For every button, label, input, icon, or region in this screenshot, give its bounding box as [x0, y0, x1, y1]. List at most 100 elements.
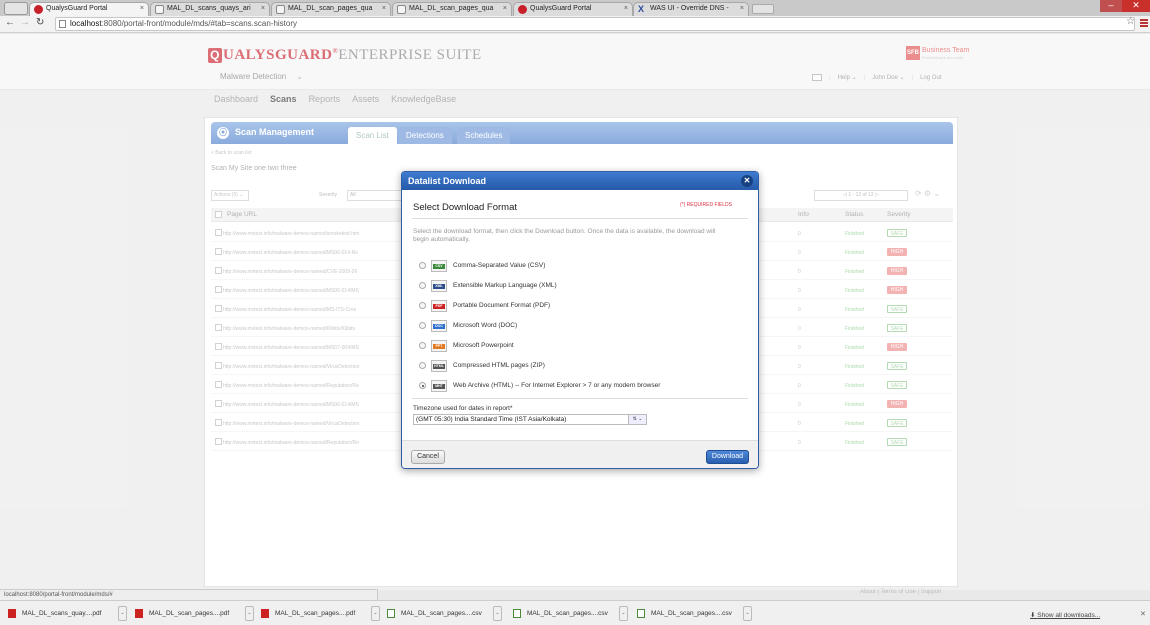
download-button[interactable]: Download: [706, 450, 749, 464]
chevron-down-icon[interactable]: ⌄: [118, 606, 127, 621]
address-bar[interactable]: localhost:8080/portal-front/module/mds/#…: [55, 17, 1135, 31]
pdf-file-icon: PDF: [431, 300, 447, 312]
download-item[interactable]: MAL_DL_scan_pages....csv ⌄: [387, 606, 507, 621]
xml-file-icon: XML: [431, 280, 447, 292]
qualys-icon: [518, 5, 527, 14]
browser-menu-icon[interactable]: [1140, 19, 1148, 27]
ppt-file-icon: PPT: [431, 340, 447, 352]
close-tab-icon[interactable]: ×: [740, 3, 744, 15]
browser-tab[interactable]: MAL_DL_scans_quays_ari ×: [150, 2, 270, 16]
format-label: Comma-Separated Value (CSV): [453, 262, 546, 269]
show-all-downloads-link[interactable]: ⬇ Show all downloads...: [1030, 611, 1100, 619]
download-name: MAL_DL_scan_pages....csv: [401, 610, 482, 617]
dialog-footer: Cancel Download: [402, 440, 758, 468]
tab-label: MAL_DL_scan_pages_qua: [409, 5, 494, 12]
close-downloads-icon[interactable]: ✕: [1140, 610, 1146, 618]
page-icon: [155, 5, 164, 14]
browser-tab[interactable]: X WAS UI - Override DNS - ×: [633, 2, 749, 16]
download-item[interactable]: MAL_DL_scans_quay....pdf ⌄: [8, 606, 128, 621]
forward-arrow-icon[interactable]: →: [20, 17, 30, 28]
qualys-icon: [34, 5, 43, 14]
was-icon: X: [638, 4, 645, 14]
chevron-down-icon[interactable]: ⌄: [245, 606, 254, 621]
browser-tabstrip: QualysGuard Portal × MAL_DL_scans_quays_ar…: [0, 0, 1150, 16]
csv-file-icon: [387, 609, 395, 618]
chevron-down-icon[interactable]: ⌄: [493, 606, 502, 621]
download-item[interactable]: MAL_DL_scan_pages....csv ⌄: [513, 606, 633, 621]
browser-tab[interactable]: MAL_DL_scan_pages_qua ×: [271, 2, 391, 16]
format-label: Compressed HTML pages (ZIP): [453, 362, 545, 369]
browser-tab[interactable]: MAL_DL_scan_pages_qua ×: [392, 2, 512, 16]
timezone-label: Timezone used for dates in report*: [413, 405, 513, 412]
pdf-file-icon: [135, 609, 143, 618]
bookmark-star-icon[interactable]: ☆: [1126, 16, 1135, 27]
format-label: Microsoft Word (DOC): [453, 322, 518, 329]
minimize-button[interactable]: –: [1100, 0, 1122, 12]
pdf-file-icon: [261, 609, 269, 618]
format-label: Portable Document Format (PDF): [453, 302, 551, 309]
close-icon[interactable]: ✕: [741, 175, 753, 187]
chevron-down-icon[interactable]: ⌄: [743, 606, 752, 621]
divider: [412, 398, 748, 399]
browser-toolbar: ← → ↻ localhost:8080/portal-front/module…: [0, 16, 1150, 33]
format-label: Extensible Markup Language (XML): [453, 282, 557, 289]
close-tab-icon[interactable]: ×: [382, 3, 386, 15]
format-radio[interactable]: [419, 302, 426, 309]
csv-file-icon: [513, 609, 521, 618]
file-type-tag: XML: [433, 284, 445, 289]
show-all-label: Show all downloads...: [1037, 612, 1101, 619]
html-file-icon: HTML: [431, 360, 447, 372]
chevron-down-icon[interactable]: ⌄: [371, 606, 380, 621]
timezone-value: (GMT 05:30) India Standard Time (IST Asi…: [416, 416, 567, 423]
close-tab-icon[interactable]: ×: [140, 3, 144, 15]
dialog-subtitle: Select Download Format: [413, 202, 518, 213]
format-label: Microsoft Powerpoint: [453, 342, 514, 349]
page-icon: [397, 5, 406, 14]
pdf-file-icon: [8, 609, 16, 618]
datalist-download-dialog: Datalist Download ✕ Select Download Form…: [401, 171, 759, 469]
downloads-bar: MAL_DL_scans_quay....pdf ⌄ MAL_DL_scan_pag…: [0, 600, 1150, 625]
format-label: Web Archive (HTML) -- For Internet Explo…: [453, 382, 661, 389]
format-radio[interactable]: [419, 262, 426, 269]
mht-file-icon: MHT: [431, 380, 447, 392]
file-type-tag: PPT: [433, 344, 445, 349]
close-tab-icon[interactable]: ×: [261, 3, 265, 15]
file-type-tag: HTML: [433, 364, 445, 369]
browser-profile-icon[interactable]: [4, 2, 28, 15]
divider: [412, 218, 748, 219]
cancel-button[interactable]: Cancel: [411, 450, 445, 464]
download-item[interactable]: MAL_DL_scan_pages....csv ⌄: [637, 606, 757, 621]
doc-file-icon: DOC: [431, 320, 447, 332]
back-arrow-icon[interactable]: ←: [5, 17, 15, 28]
format-radio[interactable]: [419, 322, 426, 329]
chevron-down-icon[interactable]: ⇅ ⌄: [628, 415, 646, 424]
dialog-header: Datalist Download ✕: [402, 172, 758, 190]
timezone-select[interactable]: (GMT 05:30) India Standard Time (IST Asi…: [413, 414, 647, 425]
format-radio[interactable]: [419, 282, 426, 289]
page-icon: [59, 20, 66, 28]
file-type-tag: MHT: [433, 384, 445, 389]
browser-tab[interactable]: QualysGuard Portal ×: [513, 2, 633, 16]
window-close-button[interactable]: ✕: [1122, 0, 1150, 12]
download-name: MAL_DL_scan_pages....csv: [527, 610, 608, 617]
close-tab-icon[interactable]: ×: [624, 3, 628, 15]
tab-label: MAL_DL_scan_pages_qua: [288, 5, 373, 12]
file-type-tag: DOC: [433, 324, 445, 329]
url-path: :8080/portal-front/module/mds/#tab=scans…: [101, 19, 298, 28]
format-radio[interactable]: [419, 362, 426, 369]
download-item[interactable]: MAL_DL_scan_pages....pdf ⌄: [261, 606, 381, 621]
close-tab-icon[interactable]: ×: [503, 3, 507, 15]
download-item[interactable]: MAL_DL_scan_pages....pdf ⌄: [135, 606, 255, 621]
chevron-down-icon[interactable]: ⌄: [619, 606, 628, 621]
download-name: MAL_DL_scan_pages....csv: [651, 610, 732, 617]
reload-icon[interactable]: ↻: [36, 17, 44, 28]
tab-label: MAL_DL_scans_quays_ari: [167, 5, 251, 12]
format-radio[interactable]: [419, 342, 426, 349]
browser-tab[interactable]: QualysGuard Portal ×: [29, 2, 149, 16]
page-icon: [276, 5, 285, 14]
new-tab-button[interactable]: [752, 4, 774, 14]
csv-file-icon: [637, 609, 645, 618]
format-radio[interactable]: [419, 382, 426, 389]
dialog-description: Select the download format, then click t…: [413, 228, 716, 243]
download-name: MAL_DL_scan_pages....pdf: [149, 610, 230, 617]
